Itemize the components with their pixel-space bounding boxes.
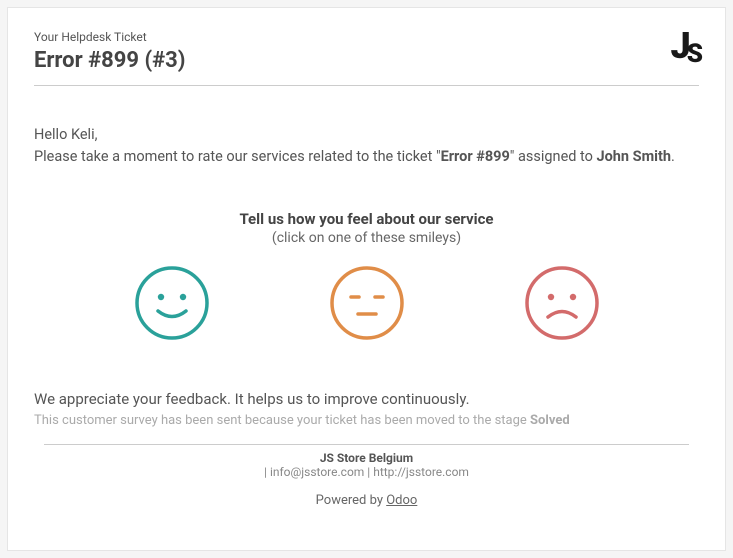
smiley-happy[interactable] bbox=[133, 264, 211, 346]
happy-face-icon bbox=[133, 264, 211, 342]
ticket-name: Error #899 bbox=[441, 148, 510, 165]
contact-sep2: | bbox=[364, 465, 373, 479]
hello-suffix: , bbox=[95, 126, 98, 143]
rating-prompt: Tell us how you feel about our service (… bbox=[34, 210, 699, 246]
survey-reason-prefix: This customer survey has been sent becau… bbox=[34, 413, 530, 428]
rating-request-mid: " assigned to bbox=[510, 148, 597, 165]
footer-divider bbox=[44, 444, 689, 445]
company-footer: JS Store Belgium | info@jsstore.com | ht… bbox=[34, 451, 699, 479]
page-title: Error #899 (#3) bbox=[34, 48, 670, 73]
header-subtitle: Your Helpdesk Ticket bbox=[34, 30, 670, 44]
powered-prefix: Powered by bbox=[316, 493, 387, 508]
company-name: JS Store Belgium bbox=[34, 451, 699, 465]
header-divider bbox=[34, 85, 699, 86]
smiley-sad[interactable] bbox=[523, 264, 601, 346]
company-logo: JS bbox=[670, 30, 699, 62]
ticket-card: Your Helpdesk Ticket Error #899 (#3) JS … bbox=[7, 7, 726, 551]
company-contact: | info@jsstore.com | http://jsstore.com bbox=[34, 465, 699, 479]
rating-subtitle: (click on one of these smileys) bbox=[34, 230, 699, 246]
rating-request-suffix: . bbox=[671, 148, 675, 165]
header: Your Helpdesk Ticket Error #899 (#3) JS bbox=[34, 30, 699, 73]
company-email: info@jsstore.com bbox=[270, 465, 364, 479]
rating-request-prefix: Please take a moment to rate our service… bbox=[34, 148, 441, 165]
survey-reason: This customer survey has been sent becau… bbox=[34, 413, 699, 428]
recipient-name: Keli bbox=[71, 126, 95, 143]
hello-prefix: Hello bbox=[34, 126, 71, 143]
appreciation-text: We appreciate your feedback. It helps us… bbox=[34, 390, 699, 408]
greeting-block: Hello Keli, Please take a moment to rate… bbox=[34, 124, 699, 168]
sad-face-icon bbox=[523, 264, 601, 342]
neutral-face-icon bbox=[328, 264, 406, 342]
smileys-row bbox=[74, 264, 659, 346]
stage-name: Solved bbox=[530, 413, 570, 428]
smiley-neutral[interactable] bbox=[328, 264, 406, 346]
logo-letter-s: S bbox=[687, 39, 699, 69]
assignee-name: John Smith bbox=[597, 148, 672, 165]
header-text-block: Your Helpdesk Ticket Error #899 (#3) bbox=[34, 30, 670, 73]
rating-title: Tell us how you feel about our service bbox=[34, 210, 699, 228]
powered-brand-link[interactable]: Odoo bbox=[386, 493, 417, 508]
company-website: http://jsstore.com bbox=[373, 465, 469, 479]
logo-letter-j: J bbox=[670, 25, 686, 67]
powered-by: Powered by Odoo bbox=[34, 493, 699, 508]
